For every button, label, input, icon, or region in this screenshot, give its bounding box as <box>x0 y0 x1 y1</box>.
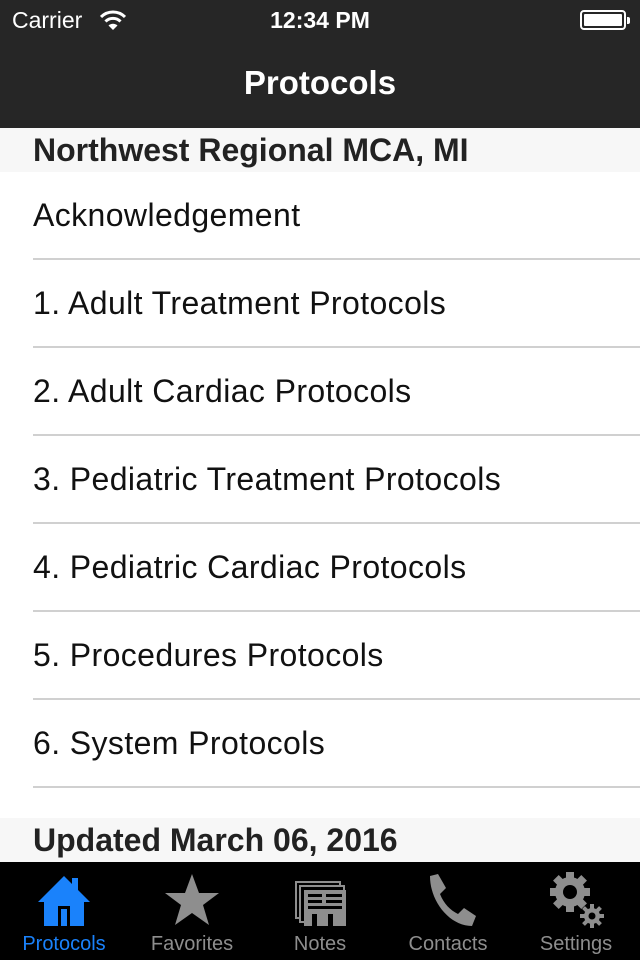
tab-favorites[interactable]: Favorites <box>128 862 256 960</box>
notes-icon <box>295 881 346 926</box>
tab-label: Settings <box>539 933 613 955</box>
tab-bar: Protocols Favorites Notes Contacts Setti… <box>0 862 640 960</box>
section-header: Northwest Regional MCA, MI <box>0 128 640 172</box>
tab-notes[interactable]: Notes <box>256 862 384 960</box>
list-item-adult-treatment[interactable]: 1. Adult Treatment Protocols <box>0 260 640 348</box>
tab-label: Contacts <box>408 933 488 955</box>
battery-fill <box>584 14 622 26</box>
battery-icon <box>580 10 630 30</box>
list-item-system[interactable]: 6. System Protocols <box>0 700 640 788</box>
list-item-adult-cardiac[interactable]: 2. Adult Cardiac Protocols <box>0 348 640 436</box>
gears-icon <box>550 872 604 928</box>
section-footer: Updated March 06, 2016 <box>0 818 640 862</box>
status-bar: Carrier 12:34 PM <box>0 0 640 40</box>
tab-contacts[interactable]: Contacts <box>384 862 512 960</box>
top-bar: Carrier 12:34 PM Protocols <box>0 0 640 128</box>
tab-label: Protocols <box>22 933 106 955</box>
list-item-pediatric-treatment[interactable]: 3. Pediatric Treatment Protocols <box>0 436 640 524</box>
home-icon <box>38 876 90 926</box>
list-item-acknowledgement[interactable]: Acknowledgement <box>0 172 640 260</box>
tab-settings[interactable]: Settings <box>512 862 640 960</box>
tab-label: Notes <box>293 933 347 955</box>
protocol-list: Acknowledgement 1. Adult Treatment Proto… <box>0 172 640 788</box>
list-item-procedures[interactable]: 5. Procedures Protocols <box>0 612 640 700</box>
tab-label: Favorites <box>150 933 234 955</box>
tab-protocols[interactable]: Protocols <box>0 862 128 960</box>
star-icon <box>165 874 219 925</box>
phone-icon <box>430 874 476 926</box>
clock: 12:34 PM <box>270 7 370 33</box>
page-title: Protocols <box>243 64 397 101</box>
battery-nub <box>627 17 630 24</box>
list-item-pediatric-cardiac[interactable]: 4. Pediatric Cardiac Protocols <box>0 524 640 612</box>
